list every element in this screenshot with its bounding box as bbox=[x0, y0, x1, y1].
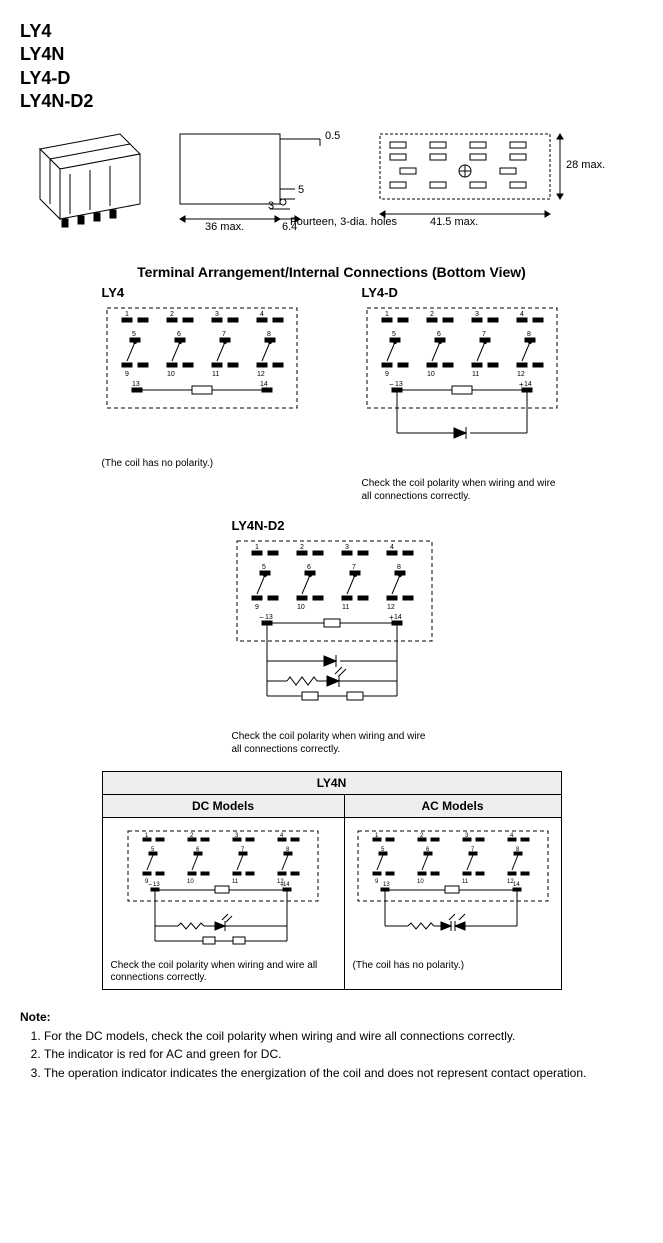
svg-text:2: 2 bbox=[170, 311, 174, 318]
svg-text:11: 11 bbox=[212, 371, 219, 378]
svg-text:7: 7 bbox=[222, 331, 226, 338]
dim-value: 5 bbox=[298, 184, 304, 196]
schematic-ly4nd2: LY4N-D2 − + bbox=[232, 518, 432, 756]
schematic-ly4: LY4 bbox=[102, 285, 302, 503]
dim-value: 28 max. bbox=[566, 159, 605, 171]
model-name: LY4 bbox=[20, 20, 643, 43]
table-cell-ac: 1234 5678 9101112 1314 (The coil has no … bbox=[344, 817, 561, 989]
schematic-caption: Check the coil polarity when wiring and … bbox=[362, 477, 562, 503]
schematic-diagram: −+ 1234 5678 bbox=[123, 826, 323, 956]
svg-text:8: 8 bbox=[267, 331, 271, 338]
svg-text:9: 9 bbox=[255, 604, 259, 611]
table-title: LY4N bbox=[102, 771, 561, 794]
svg-text:9: 9 bbox=[125, 371, 129, 378]
svg-text:14: 14 bbox=[283, 882, 290, 888]
schematic-label: LY4 bbox=[102, 285, 302, 300]
svg-text:12: 12 bbox=[257, 371, 265, 378]
dim-value: 36 max. bbox=[205, 221, 244, 233]
svg-text:12: 12 bbox=[387, 604, 395, 611]
svg-text:3: 3 bbox=[475, 311, 479, 318]
svg-text:13: 13 bbox=[383, 882, 390, 888]
svg-text:14: 14 bbox=[524, 381, 532, 388]
model-name: LY4-D bbox=[20, 67, 643, 90]
model-name: LY4N-D2 bbox=[20, 90, 643, 113]
dim-value: 0.5 bbox=[325, 130, 340, 142]
svg-text:1: 1 bbox=[125, 311, 129, 318]
cell-caption: (The coil has no polarity.) bbox=[353, 960, 553, 973]
svg-text:11: 11 bbox=[342, 604, 349, 611]
svg-text:1: 1 bbox=[385, 311, 389, 318]
section-title: Terminal Arrangement/Internal Connection… bbox=[20, 264, 643, 280]
svg-text:13: 13 bbox=[395, 381, 403, 388]
schematic-diagram: 1234 5678 9101112 1314 bbox=[102, 303, 302, 453]
ly4n-table: LY4N DC Models AC Models −+ bbox=[102, 771, 562, 990]
schematic-caption: (The coil has no polarity.) bbox=[102, 457, 302, 470]
svg-text:10: 10 bbox=[297, 604, 305, 611]
table-cell-dc: −+ 1234 5678 bbox=[102, 817, 344, 989]
notes-heading: Note: bbox=[20, 1010, 643, 1024]
svg-text:1: 1 bbox=[255, 544, 259, 551]
schematic-diagram: − + 1234 5678 9101112 bbox=[362, 303, 562, 473]
dimensional-drawings: 0.5 5 3 36 max. 6.4 bbox=[20, 124, 643, 244]
svg-text:5: 5 bbox=[392, 331, 396, 338]
dim-value: 3 bbox=[268, 200, 274, 212]
schematic-row-mid: LY4N-D2 − + bbox=[20, 518, 643, 756]
note-item: For the DC models, check the coil polari… bbox=[44, 1028, 643, 1045]
svg-text:14: 14 bbox=[260, 381, 268, 388]
note-item: The operation indicator indicates the en… bbox=[44, 1065, 643, 1082]
svg-text:10: 10 bbox=[167, 371, 175, 378]
svg-text:7: 7 bbox=[352, 564, 356, 571]
svg-text:2: 2 bbox=[430, 311, 434, 318]
schematic-row-top: LY4 bbox=[20, 285, 643, 503]
svg-text:8: 8 bbox=[397, 564, 401, 571]
model-name: LY4N bbox=[20, 43, 643, 66]
notes-list: For the DC models, check the coil polari… bbox=[20, 1028, 643, 1082]
table-col-header: AC Models bbox=[344, 794, 561, 817]
svg-text:14: 14 bbox=[394, 614, 402, 621]
svg-text:3: 3 bbox=[345, 544, 349, 551]
svg-text:9: 9 bbox=[375, 879, 379, 885]
svg-text:8: 8 bbox=[527, 331, 531, 338]
svg-text:13: 13 bbox=[132, 381, 140, 388]
svg-text:11: 11 bbox=[472, 371, 479, 378]
svg-text:13: 13 bbox=[153, 882, 160, 888]
svg-text:10: 10 bbox=[427, 371, 435, 378]
model-list: LY4 LY4N LY4-D LY4N-D2 bbox=[20, 20, 643, 114]
svg-text:−: − bbox=[148, 882, 152, 889]
svg-text:12: 12 bbox=[517, 371, 525, 378]
svg-text:14: 14 bbox=[513, 882, 520, 888]
relay-isometric-illustration bbox=[20, 124, 150, 234]
svg-text:11: 11 bbox=[232, 879, 239, 885]
schematic-label: LY4N-D2 bbox=[232, 518, 432, 533]
schematic-diagram: 1234 5678 9101112 1314 bbox=[353, 826, 553, 956]
svg-text:−: − bbox=[389, 380, 394, 389]
schematic-diagram: − + 1234 bbox=[232, 536, 432, 726]
svg-text:4: 4 bbox=[260, 311, 264, 318]
svg-text:11: 11 bbox=[462, 879, 469, 885]
svg-text:−: − bbox=[259, 613, 264, 622]
svg-text:5: 5 bbox=[262, 564, 266, 571]
svg-text:4: 4 bbox=[390, 544, 394, 551]
note-item: The indicator is red for AC and green fo… bbox=[44, 1046, 643, 1063]
svg-text:13: 13 bbox=[265, 614, 273, 621]
svg-text:6: 6 bbox=[177, 331, 181, 338]
cell-caption: Check the coil polarity when wiring and … bbox=[111, 960, 336, 985]
schematic-ly4d: LY4-D − + bbox=[362, 285, 562, 503]
svg-text:3: 3 bbox=[215, 311, 219, 318]
svg-text:6: 6 bbox=[437, 331, 441, 338]
svg-text:5: 5 bbox=[132, 331, 136, 338]
svg-text:6: 6 bbox=[307, 564, 311, 571]
svg-text:9: 9 bbox=[385, 371, 389, 378]
table-col-header: DC Models bbox=[102, 794, 344, 817]
svg-text:10: 10 bbox=[187, 879, 194, 885]
svg-text:2: 2 bbox=[300, 544, 304, 551]
schematic-caption: Check the coil polarity when wiring and … bbox=[232, 730, 432, 756]
relay-footprint-view: 28 max. 41.5 max. Fourteen, 3-dia. holes bbox=[370, 124, 630, 244]
dim-caption: Fourteen, 3-dia. holes bbox=[290, 216, 450, 228]
schematic-label: LY4-D bbox=[362, 285, 562, 300]
svg-text:4: 4 bbox=[520, 311, 524, 318]
svg-text:10: 10 bbox=[417, 879, 424, 885]
svg-text:7: 7 bbox=[482, 331, 486, 338]
